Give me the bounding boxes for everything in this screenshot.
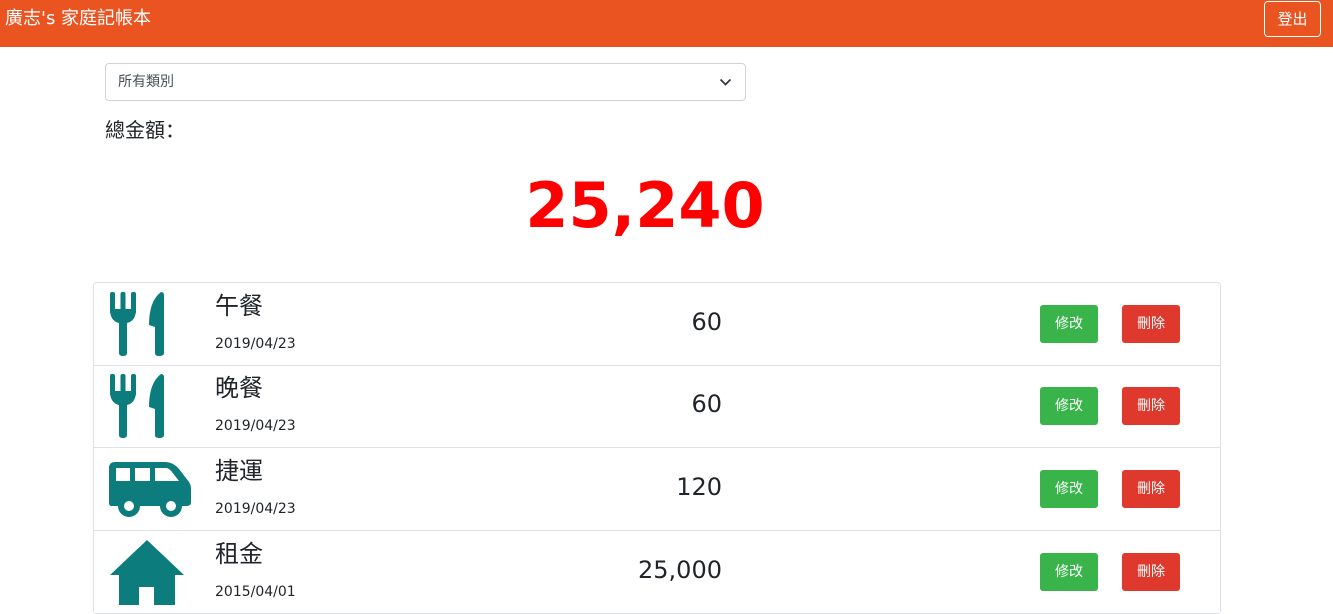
record-name: 晚餐 — [215, 374, 263, 402]
delete-button[interactable]: 刪除 — [1122, 470, 1180, 508]
category-filter-value: 所有類別 — [118, 74, 174, 90]
home-icon — [109, 539, 193, 605]
total-amount: 25,240 — [525, 169, 765, 242]
record-amount: 60 — [691, 308, 722, 336]
shuttle-van-icon — [109, 456, 193, 522]
edit-button[interactable]: 修改 — [1040, 387, 1098, 425]
delete-button[interactable]: 刪除 — [1122, 305, 1180, 343]
record-date: 2015/04/01 — [215, 584, 296, 600]
record-name: 午餐 — [215, 292, 263, 320]
record-amount: 60 — [691, 390, 722, 418]
edit-button[interactable]: 修改 — [1040, 553, 1098, 591]
list-item: 捷運 2019/04/23 120 修改 刪除 — [94, 448, 1220, 531]
record-date: 2019/04/23 — [215, 336, 296, 352]
app-brand[interactable]: 廣志's 家庭記帳本 — [5, 8, 151, 30]
delete-button[interactable]: 刪除 — [1122, 553, 1180, 591]
chevron-down-icon — [719, 78, 732, 86]
total-label: 總金額： — [105, 118, 185, 142]
record-date: 2019/04/23 — [215, 501, 296, 517]
utensils-icon — [109, 291, 193, 357]
delete-button[interactable]: 刪除 — [1122, 387, 1180, 425]
record-name: 捷運 — [215, 457, 263, 485]
edit-button[interactable]: 修改 — [1040, 470, 1098, 508]
list-item: 午餐 2019/04/23 60 修改 刪除 — [94, 283, 1220, 366]
record-list: 午餐 2019/04/23 60 修改 刪除 晚餐 2019/04/23 60 … — [93, 282, 1221, 614]
record-amount: 25,000 — [638, 556, 722, 584]
navbar: 廣志's 家庭記帳本 登出 — [0, 0, 1333, 47]
record-name: 租金 — [215, 540, 263, 568]
list-item: 晚餐 2019/04/23 60 修改 刪除 — [94, 365, 1220, 448]
utensils-icon — [109, 373, 193, 439]
edit-button[interactable]: 修改 — [1040, 305, 1098, 343]
logout-button[interactable]: 登出 — [1264, 1, 1321, 37]
record-date: 2019/04/23 — [215, 418, 296, 434]
list-item: 租金 2015/04/01 25,000 修改 刪除 — [94, 531, 1220, 614]
record-amount: 120 — [676, 473, 722, 501]
category-filter-select[interactable]: 所有類別 — [105, 63, 746, 101]
